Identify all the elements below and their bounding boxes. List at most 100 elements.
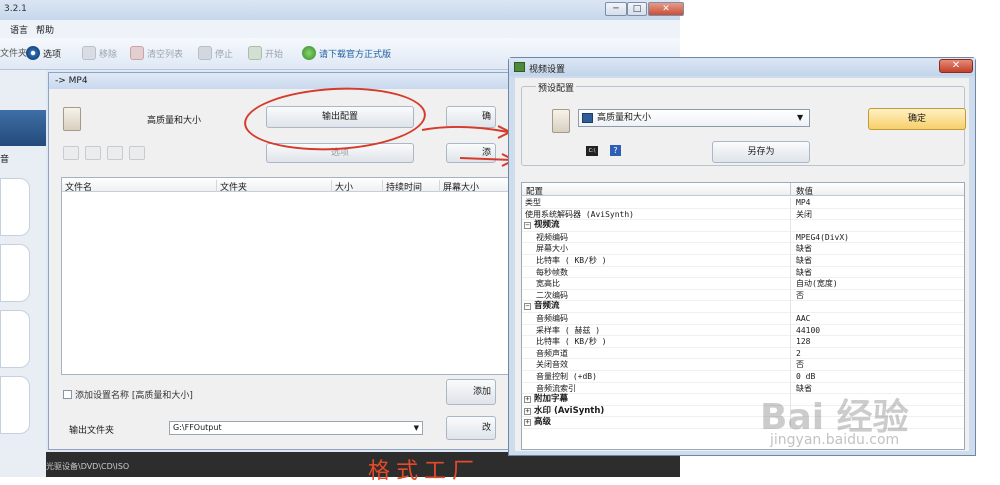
preset-group: 预设配置 高质量和大小 ▼ 确定 C:\ ? 另存为 — [521, 81, 966, 166]
format-tile[interactable] — [0, 178, 30, 236]
video-category-icon[interactable] — [0, 110, 46, 146]
col-size[interactable]: 大小 — [331, 180, 353, 193]
small-tool-button[interactable] — [107, 146, 123, 160]
video-settings-title: 视频设置 — [529, 65, 566, 75]
property-value[interactable]: 44100 — [796, 325, 820, 336]
property-row[interactable]: 二次编码 否 — [522, 289, 964, 302]
property-value[interactable]: 否 — [796, 290, 804, 301]
column-divider — [790, 243, 791, 255]
property-name: 视频流 — [534, 220, 560, 231]
col-duration[interactable]: 持续时间 — [382, 180, 422, 193]
chevron-down-icon: ▼ — [797, 113, 804, 122]
add-setting-name-checkbox[interactable] — [63, 390, 72, 399]
small-tool-button[interactable] — [85, 146, 101, 160]
column-divider — [790, 289, 791, 302]
confirm-button[interactable]: 确定 — [868, 108, 966, 130]
help-icon[interactable]: ? — [610, 145, 621, 156]
toolbar-stop-button[interactable]: 停止 — [198, 46, 233, 60]
property-row[interactable]: 比特率 ( KB/秒 ) 128 — [522, 336, 964, 348]
collapse-icon[interactable]: − — [524, 222, 531, 230]
property-row[interactable]: 使用系统解码器 (AviSynth) 关闭 — [522, 208, 964, 221]
property-name: 使用系统解码器 (AviSynth) — [525, 209, 634, 219]
property-name: 二次编码 — [536, 290, 568, 300]
toolbar-remove-button[interactable]: 移除 — [82, 46, 117, 60]
change-folder-button[interactable]: 改 — [446, 416, 496, 440]
property-value[interactable]: 否 — [796, 359, 804, 370]
property-row[interactable]: 音量控制 (+dB) 0 dB — [522, 371, 964, 383]
preset-group-label: 预设配置 — [536, 81, 577, 94]
col-filename[interactable]: 文件名 — [62, 180, 92, 193]
maximize-button[interactable]: □ — [627, 2, 647, 16]
property-value[interactable]: 缺省 — [796, 255, 812, 266]
property-value[interactable]: MP4 — [796, 197, 810, 208]
toolbar-folder-button[interactable]: 文件夹 — [0, 46, 27, 59]
property-name: 音频编码 — [536, 314, 568, 323]
property-category-row[interactable]: − 视频流 — [522, 220, 964, 232]
toolbar-folder-label: 文件夹 — [0, 49, 28, 59]
property-row[interactable]: 比特率 ( KB/秒 ) 缺省 — [522, 255, 964, 267]
property-row[interactable]: 宽高比 自动(宽度) — [522, 278, 964, 290]
annotation-arrows — [421, 125, 517, 167]
expand-icon[interactable]: + — [524, 419, 531, 427]
remove-icon — [82, 46, 96, 60]
property-row[interactable]: 音频编码 AAC — [522, 313, 964, 325]
small-tool-button[interactable] — [63, 146, 79, 160]
property-name: 关闭音效 — [536, 360, 568, 370]
command-line-icon[interactable]: C:\ — [586, 146, 598, 156]
toolbar-download-link[interactable]: 请下载官方正式版 — [302, 46, 391, 60]
small-tool-button[interactable] — [129, 146, 145, 160]
property-value[interactable]: 128 — [796, 336, 810, 347]
format-tile[interactable] — [0, 376, 30, 434]
floppy-icon — [582, 113, 593, 123]
toolbar-clear-list-button[interactable]: 清空列表 — [130, 46, 183, 60]
close-button[interactable]: ✕ — [648, 2, 684, 16]
col-screen-size[interactable]: 屏幕大小 — [439, 180, 479, 193]
add-setting-name-checkbox-row[interactable]: 添加设置名称 [高质量和大小] — [63, 388, 193, 401]
add-folder-button[interactable]: 添加 — [446, 379, 496, 405]
property-value[interactable]: 缺省 — [796, 243, 812, 254]
property-value[interactable]: MPEG4(DivX) — [796, 232, 849, 243]
property-value[interactable]: 缺省 — [796, 267, 812, 278]
property-row[interactable]: 类型 MP4 — [522, 197, 964, 209]
property-value[interactable]: 2 — [796, 348, 801, 359]
toolbar-stop-label: 停止 — [215, 49, 234, 60]
collapse-icon[interactable]: − — [524, 303, 531, 311]
property-value[interactable]: 关闭 — [796, 209, 812, 220]
property-value[interactable]: 0 dB — [796, 371, 815, 382]
column-divider — [790, 347, 791, 360]
save-as-button[interactable]: 另存为 — [712, 141, 810, 163]
optical-device-label[interactable]: 光驱设备\DVD\CD\ISO — [46, 461, 129, 472]
column-divider — [790, 220, 791, 232]
menu-language[interactable]: 语言 — [10, 23, 28, 36]
minimize-button[interactable]: ─ — [605, 2, 627, 16]
property-category-row[interactable]: − 音频流 — [522, 301, 964, 313]
property-row[interactable]: 音频声道 2 — [522, 347, 964, 360]
main-window-title: 3.2.1 — [4, 4, 27, 14]
property-value[interactable]: AAC — [796, 313, 810, 324]
property-name: 高级 — [534, 417, 552, 428]
toolbar-start-button[interactable]: 开始 — [248, 46, 283, 60]
format-tile[interactable] — [0, 244, 30, 302]
output-folder-select[interactable]: G:\FFOutput ▼ — [169, 421, 423, 435]
menu-help[interactable]: 帮助 — [36, 23, 54, 36]
add-folder-label: 添加 — [472, 387, 491, 397]
preset-label: 高质量和大小 — [147, 116, 202, 126]
expand-icon[interactable]: + — [524, 396, 531, 404]
property-row[interactable]: 视频编码 MPEG4(DivX) — [522, 231, 964, 244]
toolbar-options-button[interactable]: 选项 — [26, 46, 61, 60]
property-row[interactable]: 关闭音效 否 — [522, 359, 964, 371]
property-row[interactable]: 采样率 ( 赫兹 ) 44100 — [522, 324, 964, 337]
stop-icon — [198, 46, 212, 60]
file-table[interactable]: 文件名 文件夹 大小 持续时间 屏幕大小 — [61, 177, 512, 375]
file-table-header: 文件名 文件夹 大小 持续时间 屏幕大小 — [62, 178, 512, 193]
property-row[interactable]: 每秒帧数 缺省 — [522, 266, 964, 279]
property-value[interactable]: 自动(宽度) — [796, 278, 838, 289]
format-tile[interactable] — [0, 310, 30, 368]
property-row[interactable]: 屏幕大小 缺省 — [522, 243, 964, 255]
preset-select[interactable]: 高质量和大小 — [578, 109, 810, 127]
column-divider — [790, 255, 791, 267]
expand-icon[interactable]: + — [524, 407, 531, 415]
toolbar-start-label: 开始 — [265, 49, 284, 60]
video-settings-close-button[interactable]: ✕ — [939, 59, 973, 73]
col-folder[interactable]: 文件夹 — [216, 180, 247, 193]
